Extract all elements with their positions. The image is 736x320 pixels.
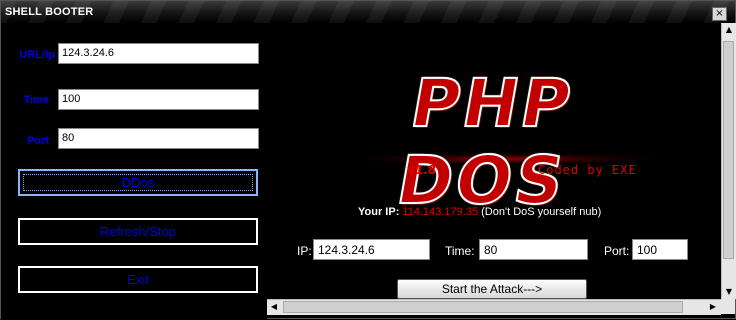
scroll-down-icon[interactable]: ▼ — [722, 285, 736, 299]
your-ip-label: Your IP: — [358, 206, 400, 218]
vertical-scroll-thumb[interactable] — [723, 41, 734, 259]
port-input[interactable]: 80 — [58, 128, 259, 149]
time-label: Time — [23, 94, 49, 106]
focus-ring — [23, 174, 253, 191]
attack-port-input[interactable]: 100 — [632, 239, 688, 260]
port-label: Port — [27, 135, 49, 147]
start-attack-button[interactable]: Start the Attack---> — [397, 279, 587, 299]
attack-ip-label: IP: — [297, 244, 312, 258]
exit-button-label: Exit — [127, 272, 149, 287]
scroll-up-icon[interactable]: ▲ — [722, 23, 736, 37]
horizontal-scrollbar[interactable]: ◀ ▶ — [267, 299, 721, 315]
your-ip-value: 114.143.179.35 — [402, 206, 479, 218]
time-input[interactable]: 100 — [58, 89, 259, 110]
credit-text: Coded by EXE — [538, 163, 637, 177]
refresh-stop-button-label: Refresh/Stop — [100, 224, 176, 239]
attack-ip-input[interactable]: 124.3.24.6 — [313, 239, 430, 260]
right-panel: PHP DOS v1.8 Coded by EXE Your IP: 114.1… — [267, 23, 721, 299]
horizontal-scroll-thumb[interactable] — [283, 301, 683, 313]
refresh-stop-button[interactable]: Refresh/Stop — [18, 218, 258, 245]
ddos-button[interactable]: DDos — [18, 169, 258, 196]
attack-port-label: Port: — [604, 244, 630, 258]
version-text: v1.8 — [407, 163, 437, 177]
vertical-scrollbar[interactable]: ▲ ▼ — [721, 23, 736, 299]
php-dos-logo: PHP DOS — [390, 64, 580, 220]
scroll-right-icon[interactable]: ▶ — [706, 300, 720, 314]
your-ip-line: Your IP: 114.143.179.35 (Don't DoS yours… — [358, 206, 601, 218]
window-title: SHELL BOOTER — [5, 6, 94, 18]
attack-time-input[interactable]: 80 — [479, 239, 588, 260]
url-input[interactable]: 124.3.24.6 — [58, 43, 259, 64]
url-label: URL/Ip — [19, 49, 55, 61]
left-panel: URL/Ip 124.3.24.6 Time 100 Port 80 DDos … — [1, 23, 267, 320]
scrollbar-corner — [721, 299, 735, 314]
exit-button[interactable]: Exit — [18, 266, 258, 293]
title-bar-pattern — [1, 1, 735, 23]
close-icon[interactable]: × — [712, 7, 727, 21]
your-ip-note: (Don't DoS yourself nub) — [481, 206, 602, 218]
scroll-left-icon[interactable]: ◀ — [267, 300, 281, 314]
attack-time-label: Time: — [445, 244, 475, 258]
app-window: SHELL BOOTER × URL/Ip 124.3.24.6 Time 10… — [0, 0, 736, 320]
title-bar: SHELL BOOTER × — [1, 1, 735, 23]
